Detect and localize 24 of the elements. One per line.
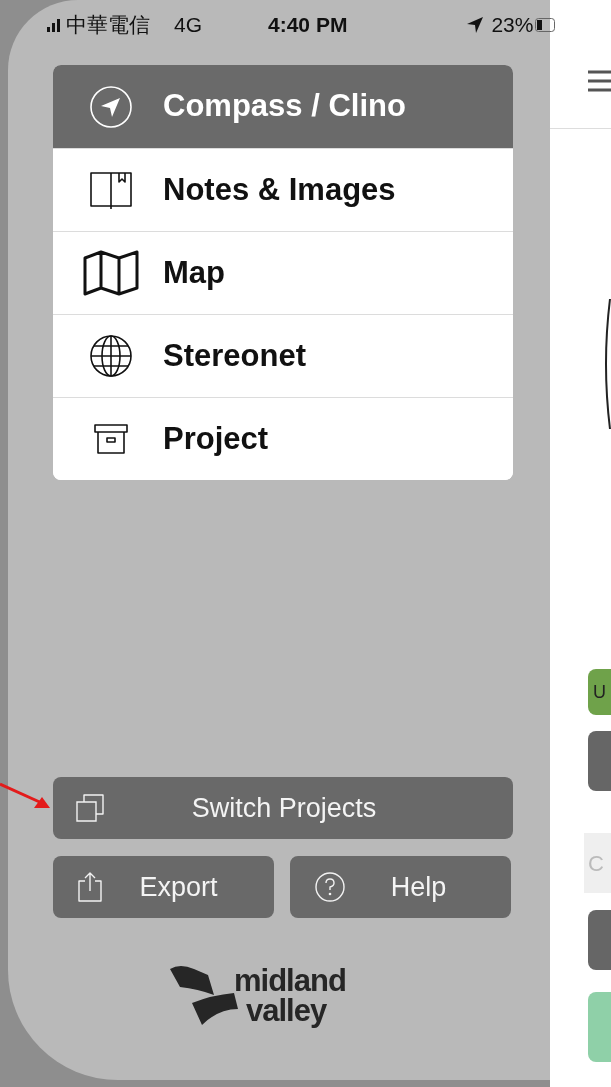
archive-box-icon <box>93 423 129 455</box>
network-type: 4G <box>174 12 202 39</box>
battery-percentage: 23% <box>491 12 534 39</box>
menu-icon <box>588 70 611 92</box>
signal-icon <box>46 18 60 32</box>
action-button[interactable]: U <box>588 669 611 715</box>
help-icon <box>314 871 346 903</box>
book-icon <box>89 170 133 210</box>
logo-text: valley <box>246 996 328 1026</box>
menu-item[interactable]: Project <box>53 397 513 480</box>
status-time: 4:40 PM <box>268 12 348 39</box>
battery-icon <box>535 18 556 32</box>
export-button[interactable]: Export <box>53 856 274 918</box>
carrier-name: 中華電信 <box>66 12 150 39</box>
help-button[interactable]: Help <box>290 856 511 918</box>
share-icon <box>77 871 103 903</box>
stacked-squares-icon <box>75 793 105 823</box>
location-arrow-icon <box>467 17 484 33</box>
map-icon <box>83 250 139 296</box>
annotation-arrow <box>0 782 50 810</box>
switch-projects-button[interactable]: Switch Projects <box>53 777 513 839</box>
menu-item[interactable]: Compass / Clino <box>53 65 513 148</box>
globe-icon <box>89 334 133 378</box>
logo-text: midland <box>234 966 346 996</box>
